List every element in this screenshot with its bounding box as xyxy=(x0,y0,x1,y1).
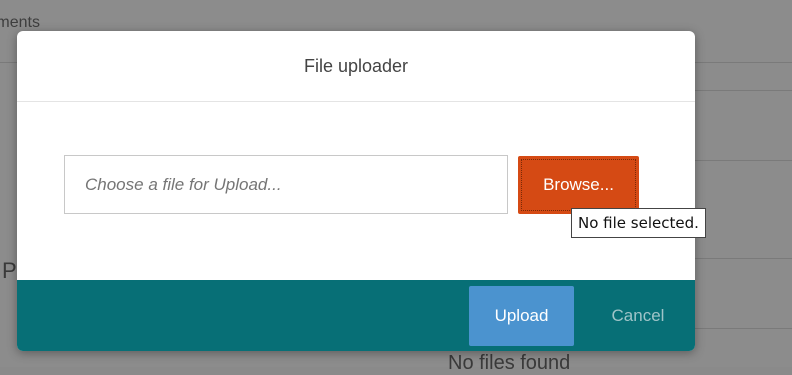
background-divider xyxy=(695,160,792,161)
background-heading: P xyxy=(2,258,17,283)
upload-button[interactable]: Upload xyxy=(469,286,574,346)
background-empty-state: No files found xyxy=(448,352,571,374)
background-divider xyxy=(695,90,792,91)
cancel-button[interactable]: Cancel xyxy=(595,286,681,346)
no-file-tooltip: No file selected. xyxy=(571,208,706,238)
background-divider xyxy=(695,258,792,259)
file-path-input[interactable] xyxy=(64,155,508,214)
dialog-footer: Upload Cancel xyxy=(17,280,695,351)
background-section-title: Documents xyxy=(0,14,40,31)
dialog-title: File uploader xyxy=(17,31,695,102)
file-uploader-dialog: File uploader Browse... Upload Cancel xyxy=(17,31,695,351)
browse-button[interactable]: Browse... xyxy=(518,156,639,214)
background-divider xyxy=(695,328,792,329)
